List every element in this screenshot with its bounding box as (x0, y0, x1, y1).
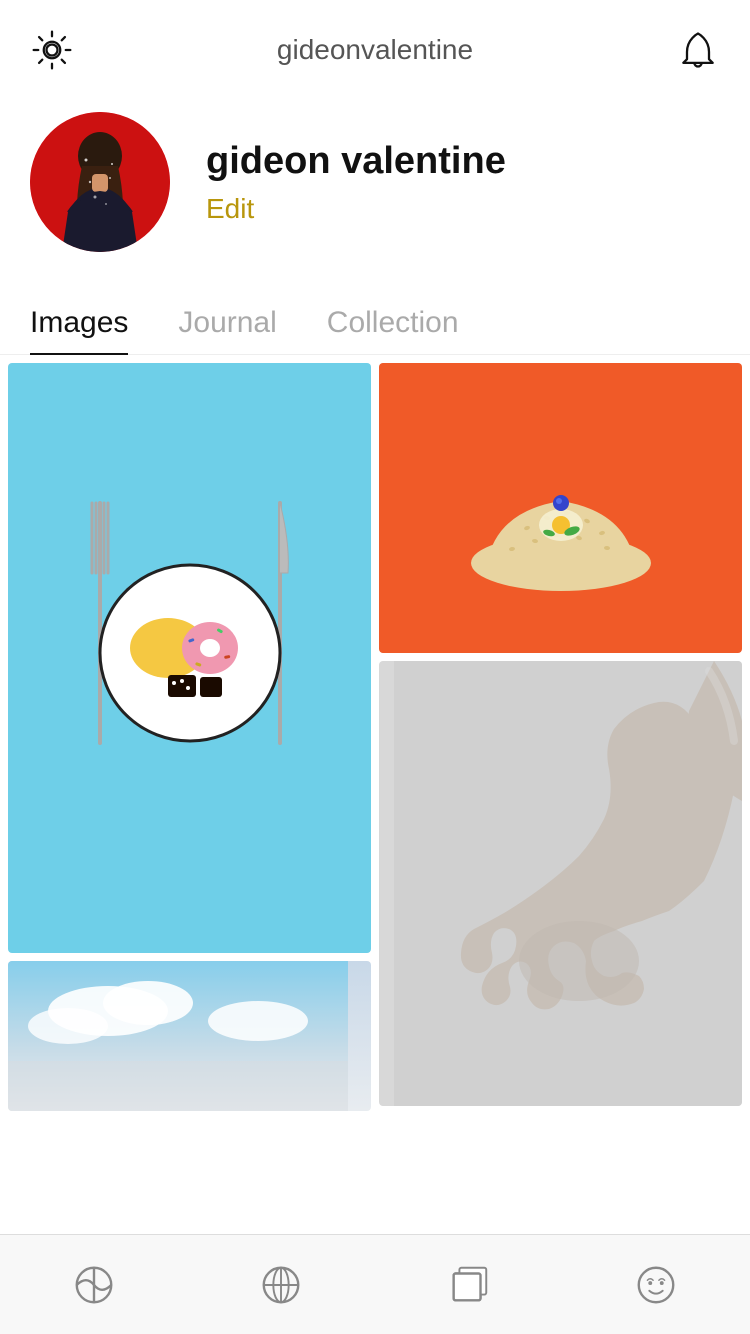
profile-info: gideon valentine Edit (206, 139, 506, 225)
header-username: gideonvalentine (277, 34, 473, 66)
tabs-container: Images Journal Collection (0, 282, 750, 355)
notification-icon[interactable] (676, 28, 720, 72)
grid-column-right (379, 363, 742, 1106)
tab-journal[interactable]: Journal (178, 292, 276, 354)
image-blue-food[interactable] (8, 363, 371, 953)
image-partial-sky[interactable] (8, 961, 371, 1111)
nav-collections[interactable] (439, 1255, 499, 1315)
settings-icon[interactable] (30, 28, 74, 72)
image-grid (0, 355, 750, 1119)
image-orange-rice[interactable] (379, 363, 742, 653)
tab-collection[interactable]: Collection (327, 292, 459, 354)
header: gideonvalentine (0, 0, 750, 92)
bottom-navigation (0, 1234, 750, 1334)
edit-button[interactable]: Edit (206, 193, 506, 225)
nav-explore[interactable] (251, 1255, 311, 1315)
tab-images[interactable]: Images (30, 292, 128, 354)
profile-section: gideon valentine Edit (0, 92, 750, 282)
avatar (30, 112, 170, 252)
grid-column-left (8, 363, 371, 1111)
nav-profile[interactable] (626, 1255, 686, 1315)
profile-name: gideon valentine (206, 139, 506, 185)
image-hand[interactable] (379, 661, 742, 1106)
nav-style[interactable] (64, 1255, 124, 1315)
